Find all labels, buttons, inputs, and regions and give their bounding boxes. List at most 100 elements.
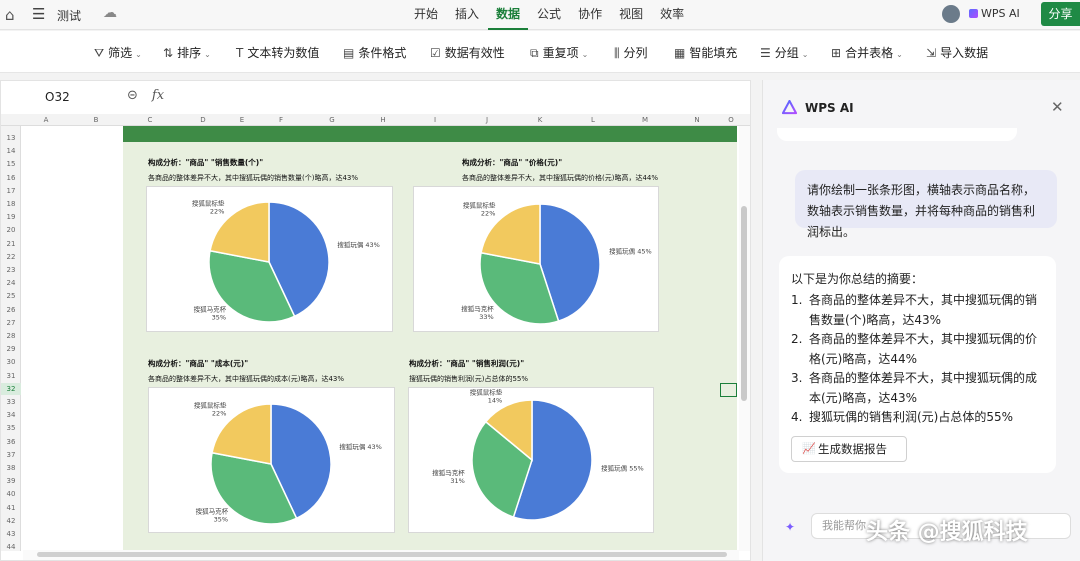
row-header[interactable]: 34 — [1, 409, 21, 421]
vertical-scroll-thumb[interactable] — [741, 206, 747, 401]
toolbar-import-button[interactable]: ⇲ 导入数据 — [926, 44, 988, 61]
column-header[interactable]: A — [23, 114, 69, 126]
row-header[interactable]: 27 — [1, 317, 21, 329]
spreadsheet: O32 ⊝ fx ABCDEFGHIJKLMNO 13 14 15 16 17 18 19 20… — [0, 80, 751, 561]
chart-canvas: 构成分析："商品" "销售数量(个)" 各商品的整体差异不大，其中搜狐玩偶的销售… — [123, 126, 737, 550]
row-header[interactable]: 13 — [1, 132, 21, 144]
pie-label: 搜狐玩偶 55% — [601, 464, 644, 473]
row-header[interactable]: 44 — [1, 541, 21, 553]
row-header[interactable]: 20 — [1, 224, 21, 236]
column-header[interactable]: O — [723, 114, 739, 126]
toolbar-label: 文本转为数值 — [247, 46, 320, 60]
row-header[interactable]: 30 — [1, 356, 21, 368]
cloud-sync-icon[interactable]: ☁ — [103, 5, 117, 21]
tab-6[interactable]: 效率 — [652, 0, 692, 30]
top-bar: ⌂ ☰ 测试 ☁ 开始 插入 数据 公式 协作 视图 效率 WPS AI 分享 — [0, 0, 1080, 30]
wps-ai-button[interactable]: WPS AI — [969, 7, 1020, 20]
row-header[interactable]: 17 — [1, 185, 21, 197]
row-header[interactable]: 42 — [1, 515, 21, 527]
row-header[interactable]: 35 — [1, 422, 21, 434]
horizontal-scrollbar[interactable] — [23, 550, 739, 560]
column-header[interactable]: L — [567, 114, 619, 126]
column-header[interactable]: H — [357, 114, 409, 126]
horizontal-scroll-thumb[interactable] — [37, 552, 727, 557]
row-header[interactable]: 43 — [1, 528, 21, 540]
toolbar-smart-fill-button[interactable]: ▦ 智能填充 — [674, 44, 737, 61]
row-header[interactable]: 33 — [1, 396, 21, 408]
toolbar-label: 智能填充 — [689, 46, 738, 60]
column-header[interactable]: N — [671, 114, 723, 126]
row-header[interactable]: 19 — [1, 211, 21, 223]
column-header[interactable]: B — [69, 114, 123, 126]
column-header[interactable]: E — [229, 114, 255, 126]
pie-chart-1[interactable]: 搜狐玩偶 43% 搜狐马克杯 35% 搜狐鼠标垫 22% — [146, 186, 393, 332]
row-header[interactable]: 37 — [1, 449, 21, 461]
toolbar-sort-button[interactable]: ⇅ 排序 ⌄ — [163, 44, 211, 61]
row-header[interactable]: 38 — [1, 462, 21, 474]
toolbar-filter-button[interactable]: ⛛ 筛选 ⌄ — [94, 44, 142, 61]
row-header[interactable]: 28 — [1, 330, 21, 342]
toolbar-conditional-format-button[interactable]: ▤ 条件格式 — [343, 44, 406, 61]
function-icon[interactable]: fx — [152, 88, 164, 103]
tab-4[interactable]: 协作 — [570, 0, 610, 30]
row-header[interactable]: 22 — [1, 251, 21, 263]
tab-5[interactable]: 视图 — [611, 0, 651, 30]
row-header[interactable]: 18 — [1, 198, 21, 210]
row-header[interactable]: 14 — [1, 145, 21, 157]
row-header[interactable]: 21 — [1, 238, 21, 250]
menu-icon[interactable]: ☰ — [32, 5, 45, 23]
share-button[interactable]: 分享 — [1041, 2, 1080, 26]
tab-3[interactable]: 公式 — [529, 0, 569, 30]
row-header[interactable]: 39 — [1, 475, 21, 487]
tab-0[interactable]: 开始 — [406, 0, 446, 30]
pie-label: 搜狐马克杯 33% — [461, 304, 494, 321]
chevron-down-icon[interactable]: ⌄ — [135, 50, 142, 59]
column-header[interactable]: I — [409, 114, 461, 126]
chevron-down-icon[interactable]: ⌄ — [204, 50, 211, 59]
pie-chart-2[interactable]: 搜狐玩偶 45% 搜狐马克杯 33% 搜狐鼠标垫 22% — [413, 186, 659, 332]
column-header[interactable]: F — [255, 114, 307, 126]
pie-chart-4[interactable]: 搜狐玩偶 55% 搜狐马克杯 31% 搜狐鼠标垫 14% — [408, 387, 654, 533]
row-header[interactable]: 23 — [1, 264, 21, 276]
toolbar-duplicates-button[interactable]: ⧉ 重复项 ⌄ — [530, 44, 588, 61]
selected-cell[interactable] — [720, 383, 737, 397]
column-header[interactable]: K — [513, 114, 567, 126]
column-header[interactable]: G — [307, 114, 357, 126]
generate-report-button[interactable]: 📈 生成数据报告 — [791, 436, 907, 462]
toolbar-merge-table-button[interactable]: ⊞ 合并表格 ⌄ — [831, 44, 903, 61]
chevron-down-icon[interactable]: ⌄ — [896, 50, 903, 59]
tab-1[interactable]: 插入 — [447, 0, 487, 30]
row-header[interactable]: 15 — [1, 158, 21, 170]
toolbar-split-column-button[interactable]: ⫼ 分列 — [614, 44, 648, 61]
name-box[interactable]: O32 — [45, 90, 70, 104]
pie-chart-3[interactable]: 搜狐玩偶 43% 搜狐马克杯 35% 搜狐鼠标垫 22% — [148, 387, 395, 533]
row-header[interactable]: 24 — [1, 277, 21, 289]
close-icon[interactable]: ✕ — [1051, 98, 1064, 116]
toolbar-text-to-number-button[interactable]: T 文本转为数值 — [236, 44, 319, 61]
row-header[interactable]: 16 — [1, 172, 21, 184]
row-header[interactable]: 32 — [1, 382, 21, 395]
zoom-icon[interactable]: ⊝ — [127, 88, 138, 103]
column-header[interactable]: D — [177, 114, 229, 126]
toolbar-validation-button[interactable]: ☑ 数据有效性 — [430, 44, 505, 61]
document-title[interactable]: 测试 — [57, 7, 81, 24]
row-header[interactable]: 40 — [1, 488, 21, 500]
chevron-down-icon[interactable]: ⌄ — [802, 50, 809, 59]
row-header[interactable]: 41 — [1, 502, 21, 514]
avatar[interactable] — [942, 5, 960, 23]
column-header[interactable]: M — [619, 114, 671, 126]
tab-2[interactable]: 数据 — [488, 0, 529, 30]
home-icon[interactable]: ⌂ — [5, 6, 15, 24]
chart-subtitle-4: 搜狐玩偶的销售利润(元)占总体的55% — [409, 375, 529, 383]
row-header[interactable]: 26 — [1, 304, 21, 316]
column-header[interactable]: C — [123, 114, 177, 126]
row-header[interactable]: 36 — [1, 436, 21, 448]
toolbar-group-button[interactable]: ☰ 分组 ⌄ — [760, 44, 808, 61]
row-header[interactable]: 25 — [1, 290, 21, 302]
chevron-down-icon[interactable]: ⌄ — [582, 50, 589, 59]
vertical-scrollbar[interactable] — [739, 126, 750, 551]
row-header[interactable]: 29 — [1, 343, 21, 355]
column-header[interactable]: J — [461, 114, 513, 126]
ai-assistant-icon[interactable]: ✦ — [785, 520, 795, 534]
row-header[interactable]: 31 — [1, 370, 21, 382]
